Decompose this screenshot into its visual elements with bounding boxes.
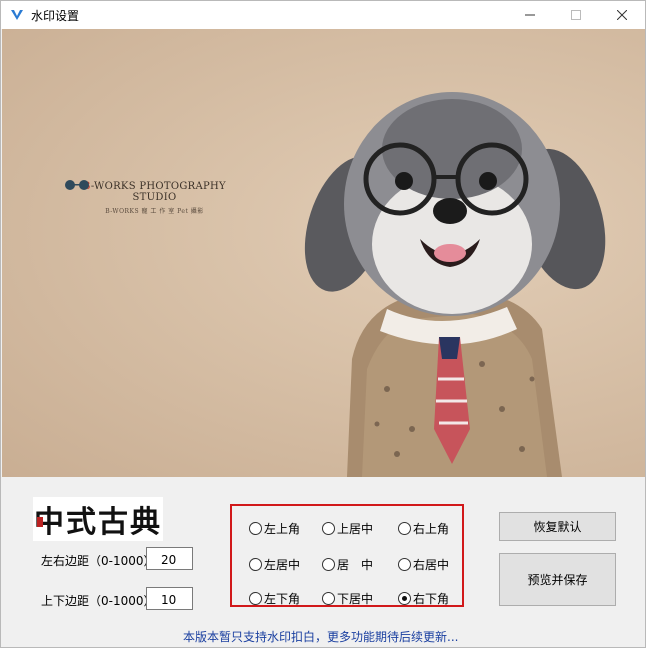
photo-preview: B-WORKS PHOTOGRAPHY STUDIO B-WORKS 寵 工 作… <box>2 29 645 477</box>
seal-icon <box>37 517 43 527</box>
app-icon <box>11 10 23 20</box>
radio-circle <box>322 592 335 605</box>
glasses-icon <box>65 180 89 190</box>
radio-middle-right[interactable]: 右居中 <box>398 556 449 573</box>
close-icon <box>617 10 627 20</box>
studio-watermark: B-WORKS PHOTOGRAPHY STUDIO B-WORKS 寵 工 作… <box>62 179 247 215</box>
footer-note: 本版本暂只支持水印扣白，更多功能期待后续更新... <box>183 630 459 644</box>
radio-circle <box>398 558 411 571</box>
watermark-logo-text: 中式古典 <box>34 505 162 540</box>
vertical-margin-input[interactable] <box>146 587 193 610</box>
radio-circle <box>249 592 262 605</box>
horizontal-margin-label: 左右边距（0-1000） <box>41 554 156 568</box>
reset-defaults-button[interactable]: 恢复默认 <box>499 512 616 541</box>
radio-bottom-right[interactable]: 右下角 <box>398 590 449 607</box>
radio-top-right[interactable]: 右上角 <box>398 520 449 537</box>
radio-bottom-left[interactable]: 左下角 <box>249 590 300 607</box>
radio-bottom-center[interactable]: 下居中 <box>322 590 373 607</box>
radio-center[interactable]: 居 中 <box>322 556 373 573</box>
vertical-margin-label: 上下边距（0-1000） <box>41 594 156 608</box>
radio-circle <box>249 522 262 535</box>
watermark-position-group: 左上角 上居中 右上角 左居中 居 中 右居中 左下角 下居中 右下角 <box>230 504 464 607</box>
radio-circle-selected <box>398 592 411 605</box>
studio-subtitle: B-WORKS 寵 工 作 室 Pet 攝影 <box>105 208 204 215</box>
watermark-settings-window: 水印设置 -WORKS PHOTOGRAPHY STUDIO B-WORKS 寵… <box>0 0 646 648</box>
watermark-logo-preview: 中式古典 <box>33 497 163 541</box>
maximize-icon <box>571 10 581 20</box>
minimize-button[interactable] <box>507 1 553 29</box>
radio-top-left[interactable]: 左上角 <box>249 520 300 537</box>
preview-and-save-button[interactable]: 预览并保存 <box>499 553 616 606</box>
window-title: 水印设置 <box>31 9 80 23</box>
radio-top-center[interactable]: 上居中 <box>322 520 373 537</box>
radio-circle <box>322 522 335 535</box>
radio-middle-left[interactable]: 左居中 <box>249 556 300 573</box>
radio-circle <box>322 558 335 571</box>
horizontal-margin-input[interactable] <box>146 547 193 570</box>
title-bar: 水印设置 <box>1 1 645 29</box>
close-button[interactable] <box>599 1 645 29</box>
maximize-button[interactable] <box>553 1 599 29</box>
dog-photo <box>304 92 606 477</box>
radio-circle <box>249 558 262 571</box>
radio-circle <box>398 522 411 535</box>
minimize-icon <box>525 14 535 16</box>
